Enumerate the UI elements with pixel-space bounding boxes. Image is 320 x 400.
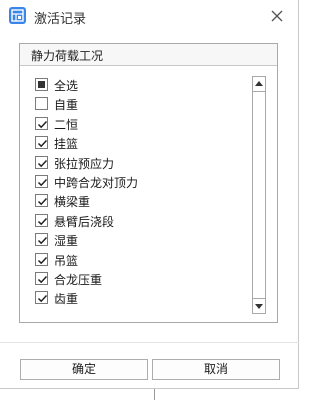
load-case-checkbox[interactable] [35, 271, 48, 285]
load-case-label: 悬臂后浇段 [54, 214, 115, 229]
select-all-checkbox[interactable] [35, 78, 48, 91]
load-case-row[interactable]: 挂篮 [34, 134, 244, 153]
load-case-row[interactable]: 合龙压重 [34, 270, 244, 289]
load-case-label: 挂篮 [54, 137, 79, 152]
group-header: 静力荷载工况 [20, 44, 277, 66]
load-case-row[interactable]: 二恒 [34, 115, 244, 134]
triangle-up-icon [255, 81, 263, 86]
load-case-checkbox[interactable] [35, 233, 48, 247]
load-case-checkbox[interactable] [35, 291, 48, 305]
window-title: 激活记录 [34, 12, 87, 27]
cancel-button[interactable]: 取消 [152, 359, 280, 380]
load-case-label: 张拉预应力 [54, 156, 115, 171]
load-case-checkbox[interactable] [35, 97, 48, 111]
load-case-checkbox[interactable] [35, 213, 48, 227]
select-all-row[interactable]: 全选 [34, 76, 244, 95]
load-case-label: 全选 [54, 79, 79, 93]
scroll-down-button[interactable] [253, 298, 265, 313]
triangle-down-icon [255, 304, 263, 309]
load-case-row[interactable]: 中跨合龙对顶力 [34, 173, 244, 192]
activation-record-dialog: 激活记录 静力荷载工况 全选自重二恒挂篮张拉预应力中跨合龙对顶力 横梁重悬臂后浇段… [0, 0, 299, 389]
load-case-row[interactable]: 张拉预应力 [34, 154, 244, 173]
load-case-row[interactable]: 齿重 [34, 289, 244, 308]
load-case-row[interactable]: 自重 [34, 95, 244, 114]
load-case-label: 湿重 [54, 234, 79, 249]
load-case-row[interactable]: 湿重 [34, 231, 244, 250]
load-case-list: 全选自重二恒挂篮张拉预应力中跨合龙对顶力 横梁重悬臂后浇段湿重吊篮合龙压重齿重 [34, 76, 244, 309]
load-case-checkbox[interactable] [35, 174, 48, 188]
load-case-row[interactable]: 吊篮 [34, 251, 244, 270]
load-case-label: 合龙压重 [54, 272, 103, 287]
scroll-up-button[interactable] [253, 77, 265, 92]
load-case-label: 吊篮 [54, 253, 79, 268]
load-case-label: 自重 [54, 98, 79, 113]
group-title: 静力荷载工况 [31, 49, 104, 63]
close-icon[interactable] [268, 7, 286, 25]
load-case-row[interactable]: 悬臂后浇段 [34, 212, 244, 231]
static-load-case-group: 静力荷载工况 全选自重二恒挂篮张拉预应力中跨合龙对顶力 横梁重悬臂后浇段湿重吊篮合… [19, 43, 278, 323]
load-case-checkbox[interactable] [35, 194, 48, 208]
load-case-checkbox[interactable] [35, 252, 48, 266]
ok-button[interactable]: 确定 [20, 359, 148, 380]
load-case-checkbox[interactable] [35, 155, 48, 169]
title-bar: 激活记录 [0, 0, 299, 32]
scroll-track[interactable] [253, 92, 265, 298]
load-case-checkbox[interactable] [35, 136, 48, 150]
chart-table-icon [9, 7, 26, 24]
footer-separator [0, 342, 299, 343]
load-case-label: 中跨合龙对顶力 [54, 175, 139, 190]
list-scrollbar[interactable] [252, 76, 266, 314]
load-case-label: 二恒 [54, 117, 79, 132]
load-case-row[interactable]: 横梁重 [34, 192, 244, 211]
load-case-checkbox[interactable] [35, 116, 48, 130]
load-case-label: 齿重 [54, 292, 79, 307]
load-case-label: 横梁重 [54, 195, 91, 210]
